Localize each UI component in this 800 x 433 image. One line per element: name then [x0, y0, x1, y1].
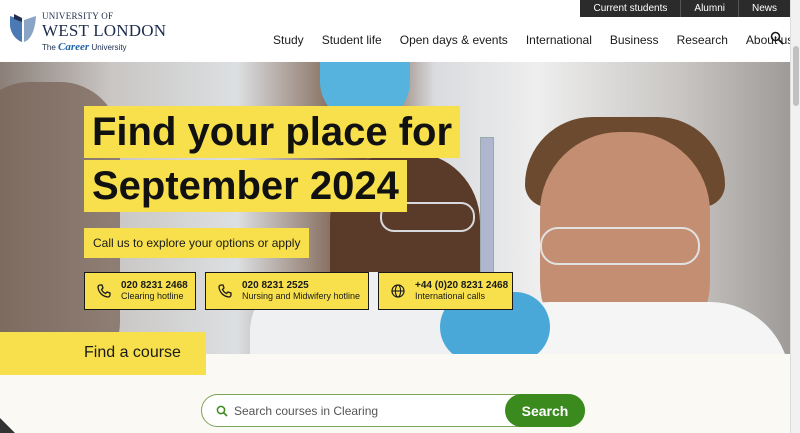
- globe-icon: [391, 284, 405, 298]
- corner-marker: [0, 418, 15, 433]
- nav-business[interactable]: Business: [610, 33, 659, 47]
- phone-nursing-button[interactable]: 020 8231 2525 Nursing and Midwifery hotl…: [205, 272, 369, 310]
- hero-headline-line2: September 2024: [84, 160, 407, 212]
- phone-label: International calls: [415, 291, 486, 301]
- course-search-button[interactable]: Search: [505, 394, 585, 427]
- phone-icon: [97, 284, 111, 298]
- search-icon[interactable]: [770, 31, 784, 45]
- course-search-input[interactable]: [234, 401, 504, 421]
- scrollbar-thumb[interactable]: [793, 46, 799, 106]
- phone-label: Clearing hotline: [121, 291, 184, 301]
- phone-icon: [218, 284, 232, 298]
- hero-subheading: Call us to explore your options or apply: [84, 228, 310, 258]
- nav-international[interactable]: International: [526, 33, 592, 47]
- logo-line1: UNIVERSITY OF: [42, 11, 114, 21]
- uwl-logo[interactable]: UNIVERSITY OF WEST LONDON The Career Uni…: [8, 12, 166, 53]
- hero-headline-line1: Find your place for: [84, 106, 461, 158]
- shield-logo-icon: [10, 14, 36, 42]
- page-scrollbar[interactable]: [790, 0, 800, 433]
- phone-number: +44 (0)20 8231 2468: [415, 280, 509, 291]
- main-nav: Study Student life Open days & events In…: [273, 33, 800, 47]
- phone-label: Nursing and Midwifery hotline: [242, 291, 361, 301]
- phone-number: 020 8231 2468: [121, 280, 188, 291]
- nav-study[interactable]: Study: [273, 33, 304, 47]
- nav-research[interactable]: Research: [677, 33, 728, 47]
- logo-tag-post: University: [91, 43, 127, 52]
- nav-open-days[interactable]: Open days & events: [400, 33, 508, 47]
- logo-tag-em: Career: [58, 41, 90, 53]
- find-course-tab: Find a course: [0, 332, 206, 375]
- course-search-bar: Search: [201, 394, 585, 427]
- logo-line2: WEST LONDON: [42, 21, 167, 40]
- logo-tagline: The Career University: [42, 42, 166, 53]
- phone-clearing-button[interactable]: 020 8231 2468 Clearing hotline: [84, 272, 196, 310]
- nav-student-life[interactable]: Student life: [322, 33, 382, 47]
- logo-tag-pre: The: [42, 43, 56, 52]
- phone-international-button[interactable]: +44 (0)20 8231 2468 International calls: [378, 272, 513, 310]
- phone-number: 020 8231 2525: [242, 280, 309, 291]
- search-icon: [216, 405, 228, 417]
- find-course-title: Find a course: [84, 344, 181, 361]
- site-header: UNIVERSITY OF WEST LONDON The Career Uni…: [0, 0, 793, 62]
